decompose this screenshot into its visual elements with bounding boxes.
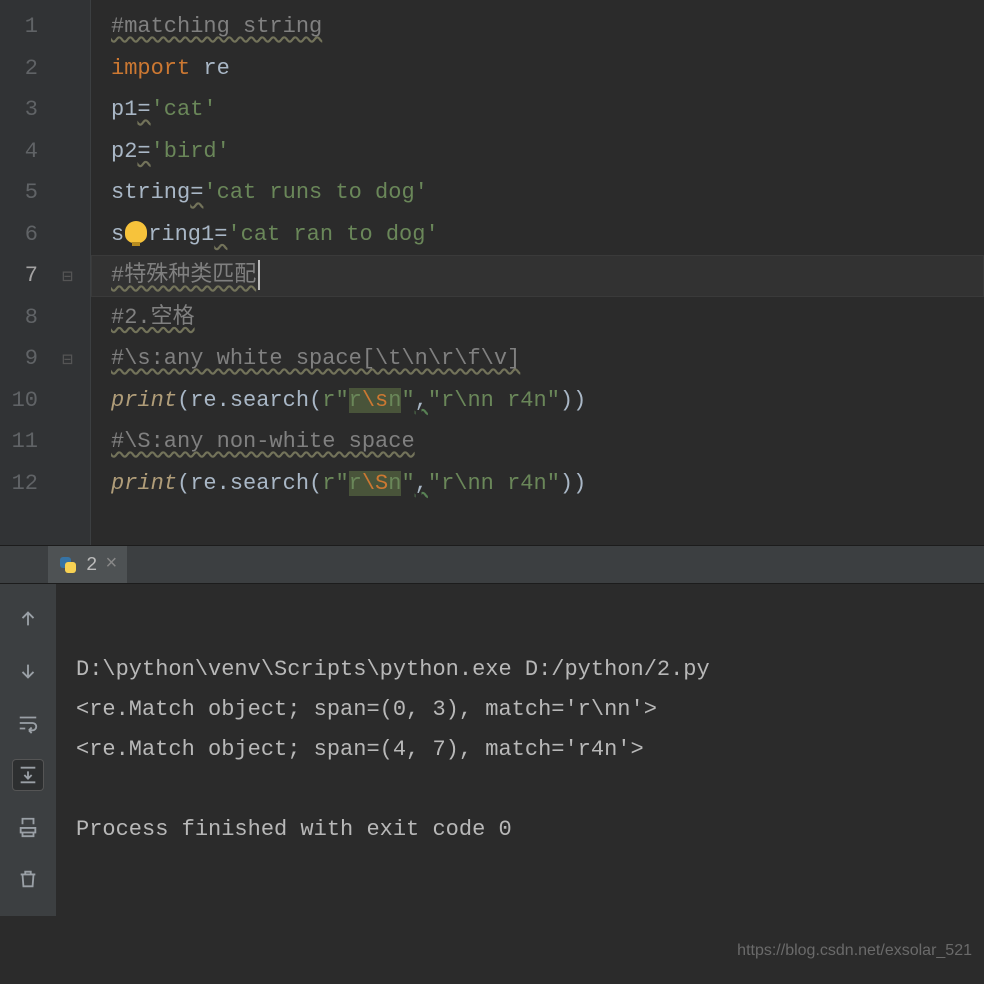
tab-label: 2 [86,554,97,576]
line-number: 4 [0,131,56,173]
line-number: 10 [0,380,56,422]
run-toolbar [0,584,56,916]
step-up-button[interactable] [13,604,43,634]
code-line: print(re.search(r"r\sn","r\nn r4n")) [91,380,984,422]
step-down-button[interactable] [13,656,43,686]
run-panel: 2 × D:\python\venv\Scripts\python.exe D:… [0,546,984,916]
line-number: 8 [0,297,56,339]
code-line: sring1='cat ran to dog' [91,214,984,256]
print-button[interactable] [13,812,43,842]
line-number: 12 [0,463,56,505]
code-line: string='cat runs to dog' [91,172,984,214]
run-tab[interactable]: 2 × [48,546,127,583]
code-line: import re [91,48,984,90]
code-line: p1='cat' [91,89,984,131]
code-line: #2.空格 [91,297,984,339]
code-line: #\s:any white space[\t\n\r\f\v] [91,338,984,380]
code-line: print(re.search(r"r\Sn","r\nn r4n")) [91,463,984,505]
python-icon [58,555,78,575]
run-tabs: 2 × [0,546,984,584]
trash-button[interactable] [13,864,43,894]
output-line: D:\python\venv\Scripts\python.exe D:/pyt… [76,657,710,682]
line-number: 9 [0,338,56,380]
soft-wrap-button[interactable] [13,708,43,738]
code-editor[interactable]: 1 2 3 4 5 6 7 8 9 10 11 12 ⊟ ⊟ #matching… [0,0,984,545]
text-caret [258,260,260,290]
line-number: 3 [0,89,56,131]
scroll-to-end-button[interactable] [13,760,43,790]
code-line: #特殊种类匹配 [91,255,984,297]
close-icon[interactable]: × [105,553,117,576]
line-number: 6 [0,214,56,256]
output-line: <re.Match object; span=(0, 3), match='r\… [76,697,657,722]
fold-column: ⊟ ⊟ [56,0,90,545]
console-output[interactable]: D:\python\venv\Scripts\python.exe D:/pyt… [56,584,984,916]
watermark: https://blog.csdn.net/exsolar_521 [737,942,972,960]
line-number: 11 [0,421,56,463]
output-line: <re.Match object; span=(4, 7), match='r4… [76,737,644,762]
intention-bulb-icon[interactable] [125,221,147,243]
line-number: 7 [0,255,56,297]
code-line: #matching string [91,6,984,48]
code-area[interactable]: #matching string import re p1='cat' p2='… [90,0,984,545]
output-line: Process finished with exit code 0 [76,817,512,842]
code-line: p2='bird' [91,131,984,173]
code-line: #\S:any non-white space [91,421,984,463]
line-gutter: 1 2 3 4 5 6 7 8 9 10 11 12 [0,0,56,545]
fold-toggle-icon[interactable]: ⊟ [62,266,73,288]
fold-toggle-icon[interactable]: ⊟ [62,349,73,371]
line-number: 5 [0,172,56,214]
line-number: 1 [0,6,56,48]
line-number: 2 [0,48,56,90]
